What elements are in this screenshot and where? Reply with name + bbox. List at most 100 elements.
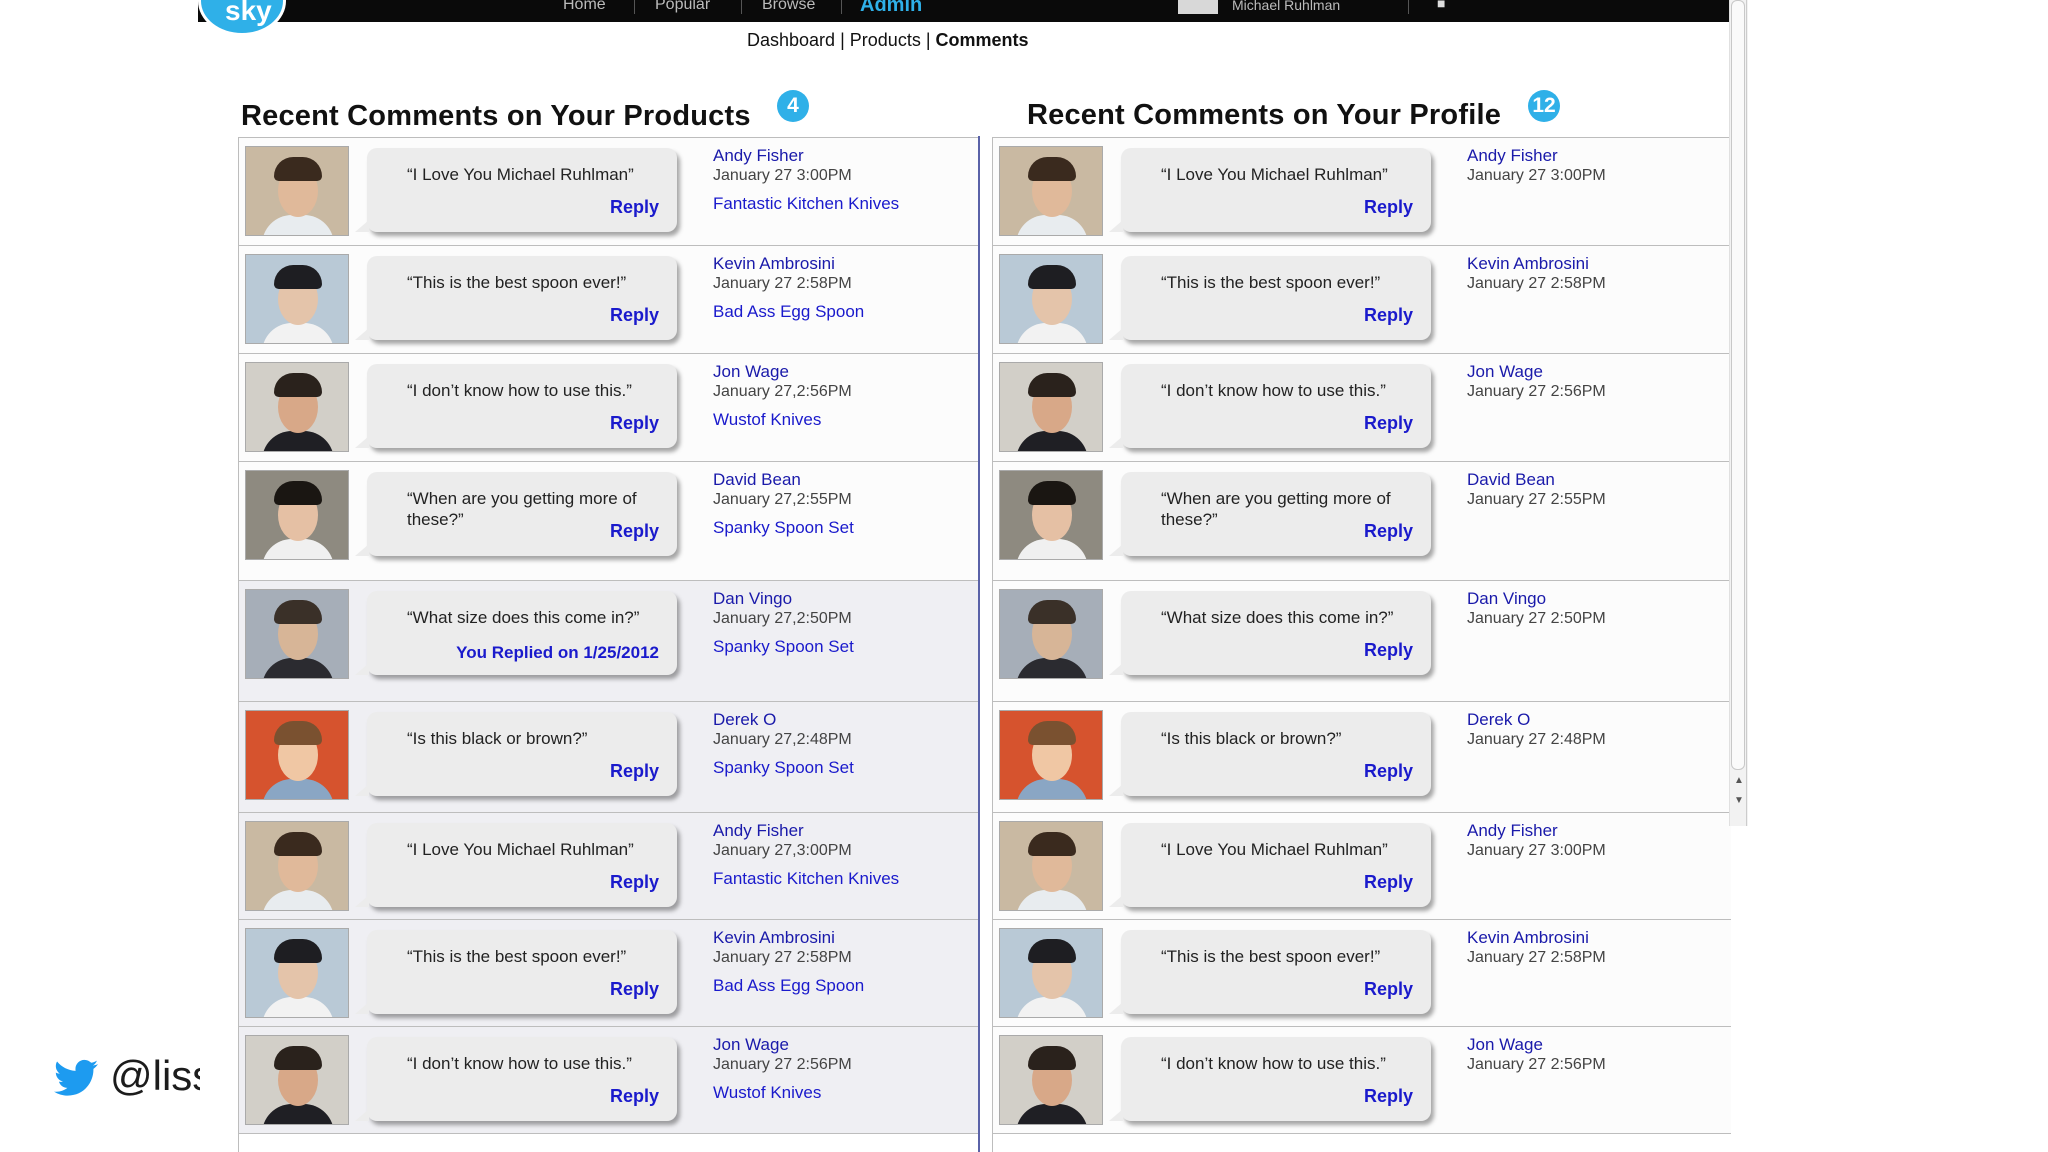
- commenter-avatar[interactable]: [245, 589, 349, 679]
- commenter-name-link[interactable]: Andy Fisher: [1467, 821, 1737, 841]
- reply-button[interactable]: Reply: [1364, 1086, 1413, 1107]
- commenter-avatar[interactable]: [999, 710, 1103, 800]
- brand-logo[interactable]: sky: [198, 0, 286, 36]
- nav-popular[interactable]: Popular: [655, 0, 710, 22]
- comment-bubble: “I Love You Michael Ruhlman” Reply: [355, 823, 677, 907]
- user-menu[interactable]: Michael Ruhlman: [1232, 0, 1340, 22]
- commenter-name-link[interactable]: Jon Wage: [1467, 362, 1737, 382]
- reply-button[interactable]: Reply: [610, 305, 659, 326]
- commenter-avatar[interactable]: [999, 362, 1103, 452]
- comment-meta: Andy Fisher January 27 3:00PM: [1467, 146, 1737, 186]
- product-link[interactable]: Spanky Spoon Set: [713, 518, 983, 538]
- commenter-avatar[interactable]: [245, 928, 349, 1018]
- comment-meta: Andy Fisher January 27,3:00PM Fantastic Ki…: [713, 821, 983, 889]
- breadcrumb-dashboard[interactable]: Dashboard: [747, 30, 835, 50]
- scroll-up-arrow-icon[interactable]: ▲: [1732, 775, 1746, 787]
- comment-date: January 27 2:58PM: [1467, 949, 1606, 966]
- avatar-hair: [274, 373, 322, 397]
- twitter-bird-icon: [54, 1059, 98, 1096]
- nav-home[interactable]: Home: [563, 0, 606, 22]
- commenter-name-link[interactable]: Derek O: [1467, 710, 1737, 730]
- reply-button[interactable]: Reply: [1364, 521, 1413, 542]
- comment-date: January 27 2:55PM: [1467, 491, 1606, 508]
- commenter-avatar[interactable]: [245, 710, 349, 800]
- commenter-name-link[interactable]: Dan Vingo: [713, 589, 983, 609]
- reply-button[interactable]: Reply: [610, 1086, 659, 1107]
- commenter-name-link[interactable]: Kevin Ambrosini: [1467, 928, 1737, 948]
- comment-row: “Is this black or brown?” Reply Derek O Jan…: [993, 702, 1731, 813]
- comment-meta: Kevin Ambrosini January 27 2:58PM: [1467, 254, 1737, 294]
- comment-meta: Derek O January 27,2:48PM Spanky Spoon Set: [713, 710, 983, 778]
- product-link[interactable]: Fantastic Kitchen Knives: [713, 194, 983, 214]
- reply-button[interactable]: Reply: [610, 761, 659, 782]
- commenter-name-link[interactable]: Andy Fisher: [1467, 146, 1737, 166]
- profile-comment-list: “I Love You Michael Ruhlman” Reply Andy Fi…: [992, 137, 1731, 1152]
- commenter-name-link[interactable]: Kevin Ambrosini: [1467, 254, 1737, 274]
- product-link[interactable]: Bad Ass Egg Spoon: [713, 302, 983, 322]
- reply-button[interactable]: Reply: [610, 979, 659, 1000]
- commenter-name-link[interactable]: Andy Fisher: [713, 821, 983, 841]
- comment-date: January 27 3:00PM: [713, 167, 852, 184]
- product-link[interactable]: Fantastic Kitchen Knives: [713, 869, 983, 889]
- commenter-name-link[interactable]: Derek O: [713, 710, 983, 730]
- comment-bubble: “When are you getting more of these?” Rep…: [355, 472, 677, 556]
- commenter-avatar[interactable]: [999, 254, 1103, 344]
- nav-separator: [741, 0, 742, 14]
- commenter-name-link[interactable]: Kevin Ambrosini: [713, 928, 983, 948]
- commenter-avatar[interactable]: [999, 470, 1103, 560]
- commenter-name-link[interactable]: Jon Wage: [1467, 1035, 1737, 1055]
- commenter-avatar[interactable]: [245, 1035, 349, 1125]
- avatar-hair: [274, 939, 322, 963]
- commenter-avatar[interactable]: [999, 146, 1103, 236]
- avatar-hair: [1028, 721, 1076, 745]
- commenter-name-link[interactable]: David Bean: [713, 470, 983, 490]
- commenter-name-link[interactable]: Dan Vingo: [1467, 589, 1737, 609]
- comment-row: “I don’t know how to use this.” Reply Jon …: [239, 1027, 979, 1134]
- nav-browse[interactable]: Browse: [762, 0, 815, 22]
- reply-button[interactable]: Reply: [1364, 413, 1413, 434]
- commenter-name-link[interactable]: Kevin Ambrosini: [713, 254, 983, 274]
- reply-button[interactable]: Reply: [1364, 872, 1413, 893]
- avatar-hair: [1028, 373, 1076, 397]
- product-link[interactable]: Spanky Spoon Set: [713, 637, 983, 657]
- comment-bubble: “I don’t know how to use this.” Reply: [1109, 364, 1431, 448]
- commenter-avatar[interactable]: [999, 1035, 1103, 1125]
- commenter-avatar[interactable]: [999, 928, 1103, 1018]
- commenter-name-link[interactable]: Jon Wage: [713, 1035, 983, 1055]
- user-avatar[interactable]: [1178, 0, 1218, 14]
- reply-button[interactable]: Reply: [1364, 979, 1413, 1000]
- reply-button[interactable]: Reply: [610, 872, 659, 893]
- nav-admin[interactable]: Admin: [860, 0, 922, 22]
- commenter-avatar[interactable]: [245, 254, 349, 344]
- reply-button[interactable]: Reply: [610, 521, 659, 542]
- reply-button[interactable]: Reply: [610, 197, 659, 218]
- product-link[interactable]: Spanky Spoon Set: [713, 758, 983, 778]
- scrollbar-thumb[interactable]: [1731, 0, 1745, 770]
- reply-button[interactable]: Reply: [610, 413, 659, 434]
- reply-button[interactable]: Reply: [1364, 305, 1413, 326]
- comment-meta: Kevin Ambrosini January 27 2:58PM: [1467, 928, 1737, 968]
- commenter-avatar[interactable]: [245, 362, 349, 452]
- breadcrumb-separator: |: [840, 30, 845, 50]
- product-link[interactable]: Wustof Knives: [713, 1083, 983, 1103]
- cart-icon[interactable]: ■: [1437, 0, 1453, 10]
- reply-button[interactable]: Reply: [1364, 640, 1413, 661]
- comment-bubble: “This is the best spoon ever!” Reply: [355, 256, 677, 340]
- commenter-avatar[interactable]: [245, 470, 349, 560]
- scroll-down-arrow-icon[interactable]: ▼: [1732, 795, 1746, 807]
- commenter-name-link[interactable]: Andy Fisher: [713, 146, 983, 166]
- product-link[interactable]: Bad Ass Egg Spoon: [713, 976, 983, 996]
- commenter-name-link[interactable]: David Bean: [1467, 470, 1737, 490]
- product-link[interactable]: Wustof Knives: [713, 410, 983, 430]
- commenter-name-link[interactable]: Jon Wage: [713, 362, 983, 382]
- reply-button[interactable]: Reply: [1364, 761, 1413, 782]
- breadcrumb-products[interactable]: Products: [850, 30, 921, 50]
- commenter-avatar[interactable]: [999, 589, 1103, 679]
- commenter-avatar[interactable]: [245, 821, 349, 911]
- commenter-avatar[interactable]: [999, 821, 1103, 911]
- comment-meta: Jon Wage January 27 2:56PM Wustof Knives: [713, 1035, 983, 1103]
- comment-row: “This is the best spoon ever!” Reply Kevin…: [993, 920, 1731, 1027]
- comment-date: January 27,2:56PM: [713, 383, 852, 400]
- commenter-avatar[interactable]: [245, 146, 349, 236]
- reply-button[interactable]: Reply: [1364, 197, 1413, 218]
